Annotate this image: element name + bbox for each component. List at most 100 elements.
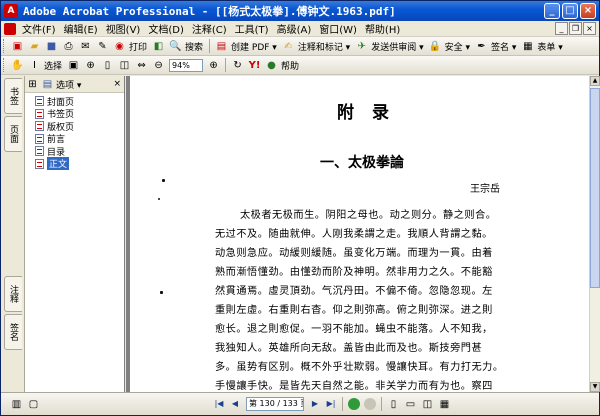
toolbar-grip[interactable] bbox=[3, 39, 6, 53]
security-button[interactable]: 安全 ▾ bbox=[445, 40, 470, 53]
select-tool-icon[interactable]: I bbox=[27, 58, 42, 73]
minimize-button[interactable]: _ bbox=[544, 3, 560, 19]
export-icon[interactable]: ◧ bbox=[151, 39, 166, 54]
bookmark-item[interactable]: 封面页 bbox=[25, 95, 124, 108]
hand-tool-icon[interactable]: ✋ bbox=[10, 58, 25, 73]
expand-bookmark-icon[interactable]: ⊞ bbox=[26, 78, 39, 91]
maximize-button[interactable]: □ bbox=[562, 3, 578, 19]
go-back-icon[interactable] bbox=[348, 398, 360, 410]
menu-window[interactable]: 窗口(W) bbox=[315, 21, 361, 36]
doc-close-button[interactable]: × bbox=[583, 22, 596, 35]
select-label[interactable]: 选择 bbox=[44, 59, 62, 72]
separator bbox=[342, 397, 343, 411]
last-page-button[interactable]: ▶| bbox=[324, 397, 338, 411]
help-label[interactable]: 帮助 bbox=[281, 59, 299, 72]
create-pdf-button[interactable]: 创建 PDF ▾ bbox=[231, 40, 277, 53]
page-number-field[interactable]: 第 130 / 133 页 bbox=[246, 397, 304, 411]
doc-minimize-button[interactable]: _ bbox=[555, 22, 568, 35]
actual-size-icon[interactable]: ▯ bbox=[100, 58, 115, 73]
tab-bookmarks[interactable]: 书签 bbox=[4, 78, 22, 114]
rotate-icon[interactable]: ↻ bbox=[230, 58, 245, 73]
pdf-page[interactable]: 附录 一、太极拳論 王宗岳 太极者无极而生。阴阳之母也。动之则分。静之则合。 无… bbox=[130, 76, 589, 392]
bookmark-icon bbox=[35, 121, 44, 132]
sign-button[interactable]: 签名 ▾ bbox=[491, 40, 516, 53]
text-line: 然貫通焉。虛灵頂劲。气沉丹田。不偏不倚。忽隐忽现。左 bbox=[215, 286, 493, 297]
zoom-input[interactable]: 94% bbox=[169, 58, 204, 72]
facing-icon[interactable]: ◫ bbox=[420, 397, 435, 412]
zoom-tool-icon[interactable]: ⊕ bbox=[83, 58, 98, 73]
help-icon[interactable]: ● bbox=[264, 58, 279, 73]
menu-advanced[interactable]: 高级(A) bbox=[273, 21, 316, 36]
comment-markup-button[interactable]: 注释和标记 ▾ bbox=[298, 40, 350, 53]
create-icon[interactable]: ▣ bbox=[10, 39, 25, 54]
bookmark-label: 版权页 bbox=[47, 122, 75, 133]
single-page-icon[interactable]: ▯ bbox=[386, 397, 401, 412]
previous-page-button[interactable]: ◀ bbox=[228, 397, 242, 411]
continuous-facing-icon[interactable]: ▦ bbox=[437, 397, 452, 412]
search-icon[interactable]: 🔍 bbox=[168, 39, 183, 54]
print-icon[interactable]: ⎙ bbox=[61, 39, 76, 54]
zoom-out-icon[interactable]: ⊖ bbox=[151, 58, 166, 73]
menu-tools[interactable]: 工具(T) bbox=[231, 21, 273, 36]
page-view-icon[interactable]: ▥ bbox=[9, 397, 24, 412]
print-button-icon[interactable]: ◉ bbox=[112, 39, 127, 54]
new-bookmark-icon[interactable]: ▤ bbox=[41, 78, 54, 91]
forms-button[interactable]: 表单 ▾ bbox=[537, 40, 562, 53]
send-review-button[interactable]: 发送供审阅 ▾ bbox=[371, 40, 423, 53]
fit-page-icon[interactable]: ◫ bbox=[117, 58, 132, 73]
email-icon[interactable]: ✉ bbox=[78, 39, 93, 54]
create-pdf-icon[interactable]: ▤ bbox=[214, 39, 229, 54]
menu-view[interactable]: 视图(V) bbox=[102, 21, 145, 36]
acrobat-window: A Adobe Acrobat Professional - [[杨式太极拳].… bbox=[0, 0, 600, 416]
fit-width-icon[interactable]: ⇔ bbox=[134, 58, 149, 73]
menu-edit[interactable]: 编辑(E) bbox=[60, 21, 102, 36]
zoom-in-icon[interactable]: ⊕ bbox=[206, 58, 221, 73]
bookmark-item-selected[interactable]: 正文 bbox=[25, 157, 124, 171]
scroll-down-button[interactable]: ▼ bbox=[590, 382, 600, 392]
continuous-icon[interactable]: ▭ bbox=[403, 397, 418, 412]
attach-icon[interactable]: ✎ bbox=[95, 39, 110, 54]
menu-file[interactable]: 文件(F) bbox=[18, 21, 60, 36]
vertical-scrollbar[interactable]: ▲ ▼ bbox=[589, 76, 600, 392]
scroll-thumb[interactable] bbox=[590, 88, 600, 288]
document-icon[interactable] bbox=[4, 22, 16, 35]
toolbar-grip[interactable] bbox=[3, 58, 6, 72]
menu-help[interactable]: 帮助(H) bbox=[361, 21, 404, 36]
text-line: 重則左虛。右重則右杳。仰之則弥高。俯之則弥深。进之則 bbox=[215, 305, 493, 316]
open-folder-icon[interactable]: ▰ bbox=[27, 39, 42, 54]
layout-icon[interactable]: ▢ bbox=[26, 397, 41, 412]
form-icon[interactable]: ▦ bbox=[520, 39, 535, 54]
print-label[interactable]: 打印 bbox=[129, 40, 147, 53]
menu-comments[interactable]: 注释(C) bbox=[188, 21, 231, 36]
bookmark-item[interactable]: 前言 bbox=[25, 133, 124, 145]
navigation-toolbar: ✋ I 选择 ▣ ⊕ ▯ ◫ ⇔ ⊖ 94% ⊕ ↻ Y! ● 帮助 bbox=[1, 56, 599, 75]
scan-speck bbox=[162, 179, 165, 182]
next-page-button[interactable]: ▶ bbox=[308, 397, 322, 411]
comment-markup-icon[interactable]: ✍ bbox=[281, 39, 296, 54]
close-button[interactable]: × bbox=[580, 3, 596, 19]
bookmark-item[interactable]: 目录 bbox=[25, 145, 124, 158]
first-page-button[interactable]: |◀ bbox=[212, 397, 226, 411]
doc-restore-button[interactable]: ❐ bbox=[569, 22, 582, 35]
bookmark-label: 正文 bbox=[47, 157, 70, 171]
tab-comments[interactable]: 注释 bbox=[4, 276, 22, 312]
bookmark-item[interactable]: 版权页 bbox=[25, 120, 124, 133]
title-bar[interactable]: A Adobe Acrobat Professional - [[杨式太极拳].… bbox=[1, 1, 599, 21]
bookmark-item[interactable]: 书签页 bbox=[25, 108, 124, 120]
scroll-up-button[interactable]: ▲ bbox=[590, 76, 600, 86]
close-panel-icon[interactable]: × bbox=[113, 79, 121, 89]
document-pane[interactable]: 附录 一、太极拳論 王宗岳 太极者无极而生。阴阳之母也。动之则分。静之则合。 无… bbox=[126, 76, 589, 392]
menu-document[interactable]: 文档(D) bbox=[144, 21, 188, 36]
snapshot-icon[interactable]: ▣ bbox=[66, 58, 81, 73]
go-forward-icon[interactable] bbox=[364, 398, 376, 410]
signature-icon[interactable]: ✒ bbox=[474, 39, 489, 54]
save-icon[interactable]: ■ bbox=[44, 39, 59, 54]
bookmark-icon bbox=[35, 108, 44, 119]
search-label[interactable]: 搜索 bbox=[185, 40, 203, 53]
yahoo-icon[interactable]: Y! bbox=[247, 58, 262, 73]
send-review-icon[interactable]: ✈ bbox=[354, 39, 369, 54]
tab-signatures[interactable]: 签名 bbox=[4, 314, 22, 350]
tab-pages[interactable]: 页面 bbox=[4, 116, 22, 152]
bookmark-options-button[interactable]: 选项 ▾ bbox=[56, 78, 81, 91]
lock-icon[interactable]: 🔒 bbox=[428, 39, 443, 54]
